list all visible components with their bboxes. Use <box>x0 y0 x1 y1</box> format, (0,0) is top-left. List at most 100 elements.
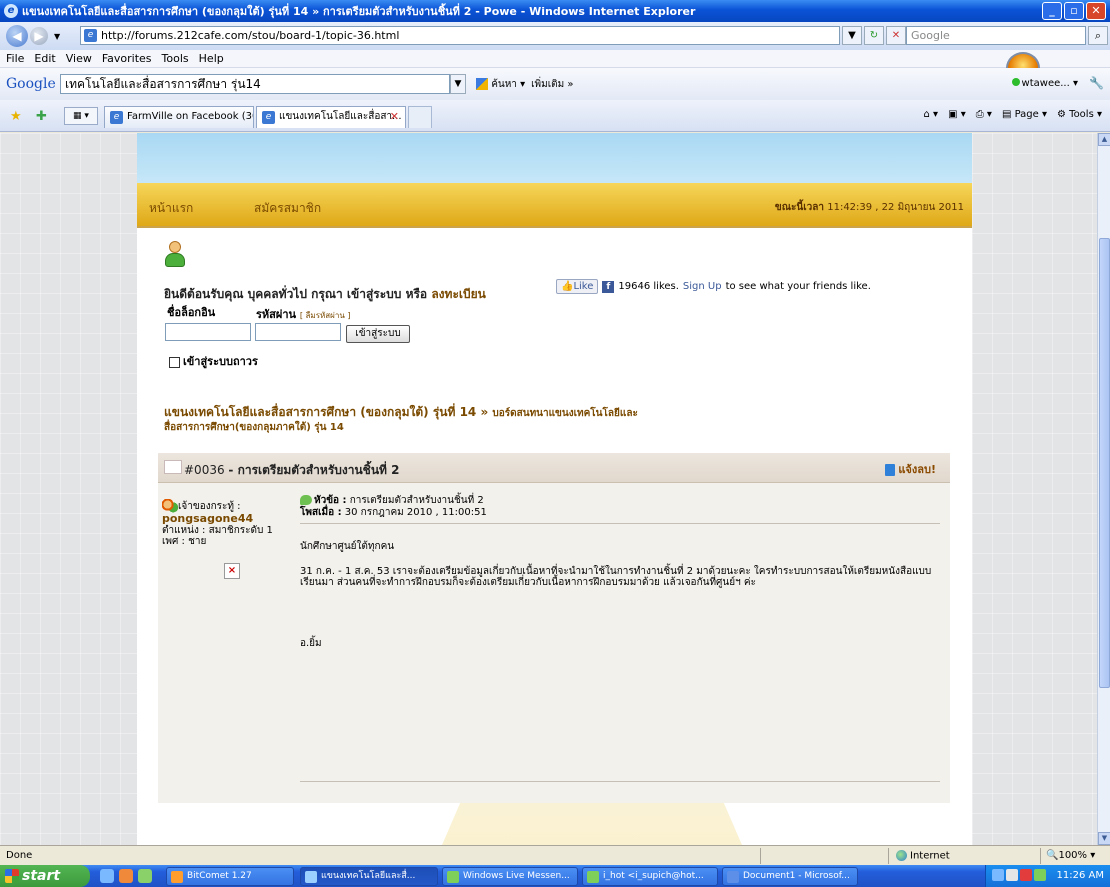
menu-help[interactable]: Help <box>199 52 224 65</box>
report-delete-button[interactable]: แจ้งลบ! <box>885 460 936 478</box>
scroll-thumb[interactable] <box>1099 238 1110 688</box>
close-button[interactable]: ✕ <box>1086 2 1106 20</box>
address-url: http://forums.212cafe.com/stou/board-1/t… <box>101 29 400 42</box>
menu-favorites[interactable]: Favorites <box>102 52 152 65</box>
clock[interactable]: 11:26 AM <box>1057 870 1104 881</box>
print-icon[interactable]: ⎙ ▾ <box>976 109 992 120</box>
author-name[interactable]: pongsagone44 <box>162 512 253 525</box>
forward-button[interactable]: ▶ <box>30 27 48 45</box>
google-search-input[interactable]: เทคโนโลยีและสื่อสารการศึกษา รุ่น14 <box>60 74 450 94</box>
menu-view[interactable]: View <box>66 52 92 65</box>
refresh-icon[interactable]: ↻ <box>864 26 884 45</box>
nav-register[interactable]: สมัครสมาชิก <box>254 199 321 218</box>
task-bitcomet[interactable]: BitComet 1.27 <box>166 867 294 886</box>
google-user[interactable]: wtawee... ▾ <box>1011 78 1078 89</box>
scroll-down-icon[interactable]: ▼ <box>1098 832 1110 845</box>
breadcrumb-sub-line2[interactable]: สื่อสารการศึกษา(ของกลุมภาคใต้) รุ่น 14 <box>164 422 344 433</box>
vertical-scrollbar[interactable]: ▲ ▼ <box>1097 133 1110 845</box>
back-button[interactable]: ◀ <box>6 25 28 47</box>
login-button[interactable]: เข้าสู่ระบบ <box>346 325 410 343</box>
google-logo[interactable]: Google <box>6 76 56 92</box>
broken-image-icon: × <box>224 563 240 579</box>
minimize-button[interactable]: _ <box>1042 2 1062 20</box>
site-nav: หน้าแรก สมัครสมาชิก ขณะนี้เวลา 11:42:39 … <box>137 183 972 228</box>
remember-checkbox[interactable] <box>169 356 180 368</box>
welcome-text: ยินดีต้อนรับคุณ บุคคลทั่วไป กรุณา เข้าสู… <box>164 287 486 301</box>
facebook-icon: f <box>602 280 615 293</box>
remember-login[interactable]: เข้าสู่ระบบถาวร <box>169 352 258 370</box>
tab-close-icon[interactable]: ✕ <box>390 107 399 127</box>
register-link[interactable]: ลงทะเบียน <box>431 287 486 301</box>
nav-home[interactable]: หน้าแรก <box>149 199 193 218</box>
breadcrumb-sub-line1[interactable]: บอร์ดสนทนาแขนงเทคโนโลยีและ <box>492 408 637 419</box>
window-title: แขนงเทคโนโลยีและสื่อสารการศึกษา (ของกลุม… <box>22 5 696 18</box>
facebook-signup-link[interactable]: Sign Up <box>683 281 722 292</box>
address-dropdown-icon[interactable]: ▼ <box>842 26 862 45</box>
tools-menu[interactable]: ⚙ Tools ▾ <box>1057 109 1102 120</box>
site-header <box>137 133 972 183</box>
window-title-bar[interactable]: e แขนงเทคโนโลยีและสื่อสารการศึกษา (ของกล… <box>0 0 1110 22</box>
tray-app-icon[interactable] <box>1034 869 1046 881</box>
start-button[interactable]: start <box>0 865 90 887</box>
password-label: รหัสผ่าน [ ลืมรหัสผ่าน ] <box>256 308 351 321</box>
task-ie-forum[interactable]: แขนงเทคโนโลยีและสื่... <box>300 867 438 886</box>
quick-tabs-button[interactable]: ▦ ▾ <box>64 107 98 125</box>
username-label: ชื่อล็อกอิน <box>167 306 216 319</box>
security-zone[interactable]: Internet <box>896 850 950 862</box>
app-quicklaunch-icon[interactable] <box>138 869 152 883</box>
maximize-button[interactable]: ▫ <box>1064 2 1084 20</box>
author-position: ตำแหน่ง : สมาชิกระดับ 1 <box>162 525 273 536</box>
google-dropdown-icon[interactable]: ▼ <box>450 74 466 94</box>
facebook-like-count: 19646 likes. <box>618 281 679 292</box>
tab-favicon-icon: e <box>262 111 275 124</box>
online-status-icon <box>1011 78 1020 86</box>
post-header: #0036 - การเตรียมตัวสำหรับงานชิ้นที่ 2 แ… <box>158 453 950 483</box>
google-search-button[interactable]: ค้นหา ▾ <box>476 77 525 92</box>
breadcrumb: แขนงเทคโนโลยีและสื่อสารการศึกษา (ของกลุม… <box>164 406 704 434</box>
tray-volume-icon[interactable] <box>1006 869 1018 881</box>
tray-network-icon[interactable] <box>992 869 1004 881</box>
tab-favicon-icon: e <box>110 111 123 124</box>
search-icon[interactable]: ⌕ <box>1088 26 1108 45</box>
search-input[interactable]: Google <box>906 26 1086 45</box>
quick-launch <box>100 869 152 883</box>
task-chat[interactable]: i_hot <i_supich@hot... <box>582 867 718 886</box>
menu-file[interactable]: File <box>6 52 24 65</box>
task-messenger[interactable]: Windows Live Messen... <box>442 867 578 886</box>
home-icon[interactable]: ⌂ ▾ <box>924 109 939 120</box>
zoom-level[interactable]: 🔍100% ▾ <box>1046 850 1095 861</box>
menu-edit[interactable]: Edit <box>34 52 55 65</box>
messenger-icon <box>447 871 459 883</box>
new-tab-button[interactable] <box>408 106 432 128</box>
menu-tools[interactable]: Tools <box>162 52 189 65</box>
status-text: Done <box>6 850 33 861</box>
stop-icon[interactable]: ✕ <box>886 26 906 45</box>
page-menu[interactable]: ▤ Page ▾ <box>1002 109 1047 120</box>
taskbar: start BitComet 1.27 แขนงเทคโนโลยีและสื่.… <box>0 865 1110 887</box>
username-input[interactable] <box>165 323 251 341</box>
history-dropdown-icon[interactable]: ▼ <box>54 32 60 41</box>
google-more-button[interactable]: เพิ่มเติม » <box>531 77 573 92</box>
feeds-icon[interactable]: ▣ ▾ <box>948 109 966 120</box>
post-signature: อ.ยิ้ม <box>300 638 322 649</box>
task-word[interactable]: Document1 - Microsof... <box>722 867 858 886</box>
address-input[interactable]: e http://forums.212cafe.com/stou/board-1… <box>80 26 840 45</box>
post-divider <box>300 523 940 524</box>
ie-icon: e <box>4 4 18 18</box>
tray-security-icon[interactable] <box>1020 869 1032 881</box>
tab-farmville[interactable]: e FarmVille on Facebook (30) <box>104 106 254 128</box>
facebook-like-button[interactable]: 👍Like <box>556 279 599 294</box>
add-favorites-icon[interactable]: ✚ <box>36 109 47 124</box>
wrench-icon[interactable]: 🔧 <box>1089 76 1104 90</box>
forgot-password-link[interactable]: [ ลืมรหัสผ่าน ] <box>300 311 351 320</box>
favorites-star-icon[interactable]: ★ <box>10 109 22 124</box>
desktop-quicklaunch-icon[interactable] <box>119 869 133 883</box>
scroll-up-icon[interactable]: ▲ <box>1098 133 1110 146</box>
google-toolbar: Google เทคโนโลยีและสื่อสารการศึกษา รุ่น1… <box>0 68 1110 100</box>
ie-quicklaunch-icon[interactable] <box>100 869 114 883</box>
tab-forum[interactable]: e แขนงเทคโนโลยีและสื่อสา... ✕ <box>256 106 406 128</box>
post-title: #0036 - การเตรียมตัวสำหรับงานชิ้นที่ 2 <box>184 463 400 477</box>
password-input[interactable] <box>255 323 341 341</box>
current-time: ขณะนี้เวลา 11:42:39 , 22 มิถุนายน 2011 <box>774 202 964 213</box>
breadcrumb-board[interactable]: แขนงเทคโนโลยีและสื่อสารการศึกษา (ของกลุม… <box>164 405 488 419</box>
